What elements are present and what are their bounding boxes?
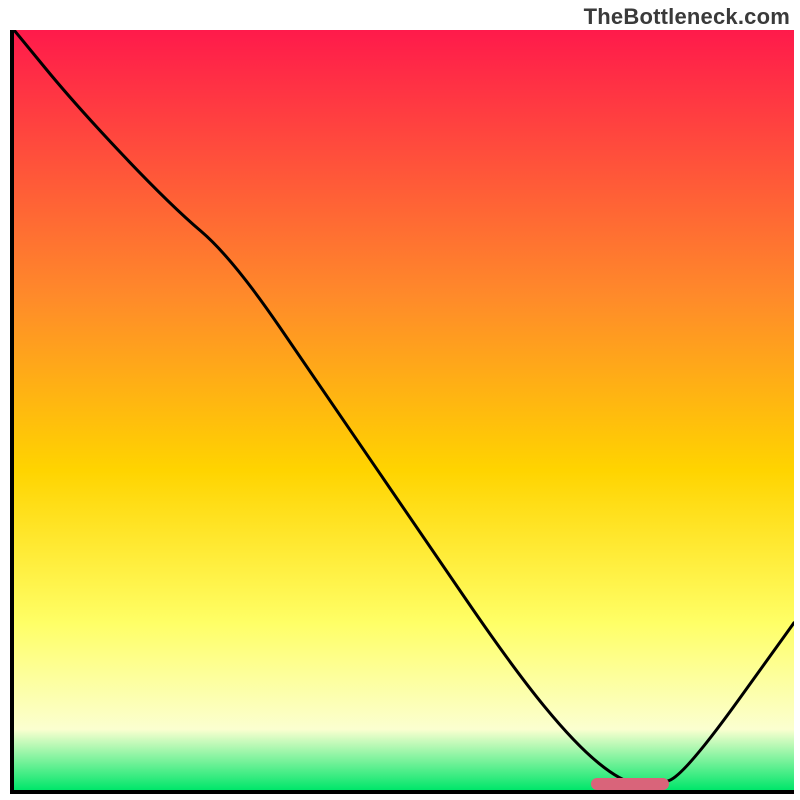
bottleneck-chart: TheBottleneck.com	[0, 0, 800, 800]
watermark-text: TheBottleneck.com	[584, 4, 790, 30]
plot-area	[10, 30, 794, 794]
curve-svg	[14, 30, 794, 790]
optimal-marker	[591, 778, 669, 790]
bottleneck-curve-path	[14, 30, 794, 785]
